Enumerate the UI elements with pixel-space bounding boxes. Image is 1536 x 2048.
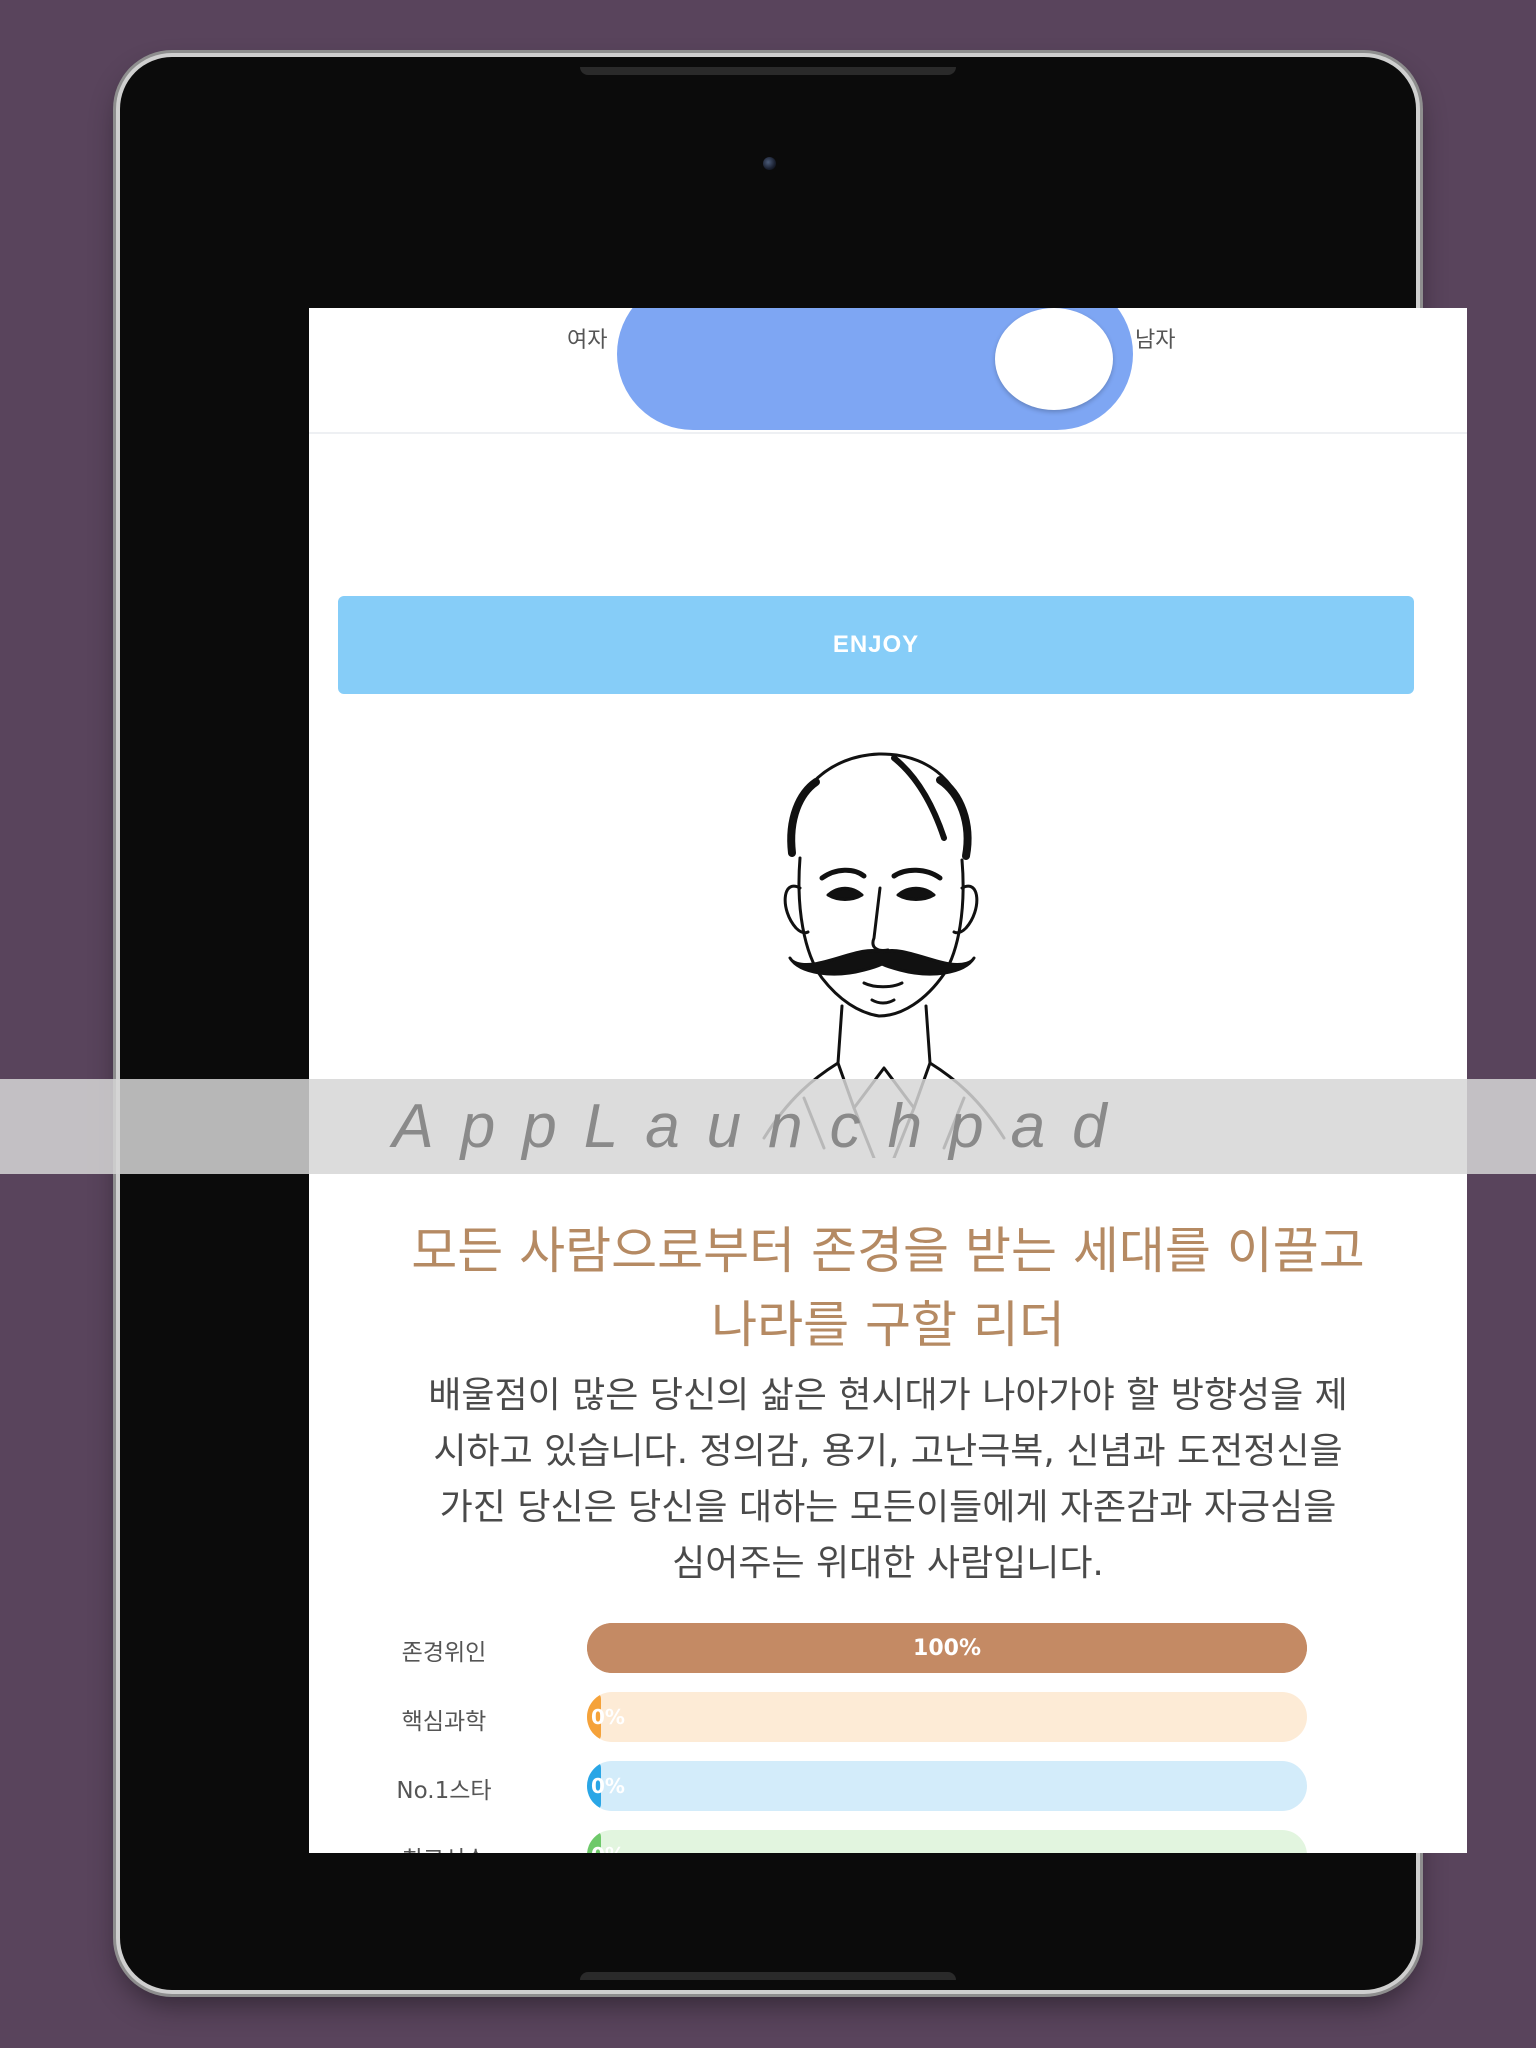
stat-row-no1-star: No.1스타 0% (309, 1759, 1467, 1813)
stat-track: 0% (587, 1761, 1307, 1811)
stat-fill: 100% (587, 1623, 1307, 1673)
watermark-banner: AppLaunchpad (0, 1079, 1536, 1174)
stat-value: 0% (591, 1774, 625, 1798)
result-description-line: 가진 당신은 당신을 대하는 모든이들에게 자존감과 자긍심을 (439, 1487, 1337, 1528)
result-description: 배울점이 많은 당신의 삶은 현시대가 나아가야 할 방향성을 제 시하고 있습… (333, 1368, 1443, 1592)
tablet-top-notch (580, 67, 956, 75)
tablet-frame: 여자 남자 ENJOY 모든 사람으로부터 존경을 받는 세대를 이끌고 나라를… (120, 57, 1467, 1990)
stat-row-respected-figure: 존경위인 100% (309, 1621, 1467, 1675)
stat-track: 0% (587, 1692, 1307, 1742)
stat-row-core-science: 핵심과학 0% (309, 1690, 1467, 1744)
result-title-line: 모든 사람으로부터 존경을 받는 세대를 이끌고 (411, 1222, 1365, 1280)
watermark-text: AppLaunchpad (392, 1092, 1134, 1161)
gender-toggle-row: 여자 남자 (309, 308, 1467, 434)
result-title-line: 나라를 구할 리더 (711, 1296, 1065, 1354)
stat-label: 최고선수 (349, 1840, 539, 1853)
gender-male-label: 남자 (1135, 328, 1176, 353)
stat-value: 100% (913, 1635, 981, 1661)
stat-value: 0% (591, 1705, 625, 1729)
stat-fill: 0% (587, 1692, 625, 1742)
result-title: 모든 사람으로부터 존경을 받는 세대를 이끌고 나라를 구할 리더 (329, 1214, 1447, 1362)
result-description-line: 심어주는 위대한 사람입니다. (672, 1543, 1104, 1584)
stat-track: 100% (587, 1623, 1307, 1673)
stat-label: No.1스타 (396, 1778, 492, 1804)
stat-fill: 0% (587, 1761, 625, 1811)
front-camera-icon (763, 157, 776, 170)
gender-switch[interactable] (617, 308, 1133, 430)
stat-value: 0% (591, 1843, 625, 1853)
stat-track: 0% (587, 1830, 1307, 1853)
stat-label: 핵심과학 (401, 1709, 487, 1735)
stat-row-top-athlete: 최고선수 0% (309, 1828, 1467, 1853)
stat-fill: 0% (587, 1830, 625, 1853)
result-description-line: 시하고 있습니다. 정의감, 용기, 고난극복, 신념과 도전정신을 (433, 1431, 1343, 1472)
stat-label: 존경위인 (401, 1640, 487, 1666)
enjoy-button[interactable]: ENJOY (338, 596, 1414, 694)
gender-switch-knob[interactable] (995, 308, 1113, 410)
gender-female-label: 여자 (567, 328, 608, 353)
result-description-line: 배울점이 많은 당신의 삶은 현시대가 나아가야 할 방향성을 제 (428, 1375, 1348, 1416)
tablet-bottom-notch (580, 1972, 956, 1980)
